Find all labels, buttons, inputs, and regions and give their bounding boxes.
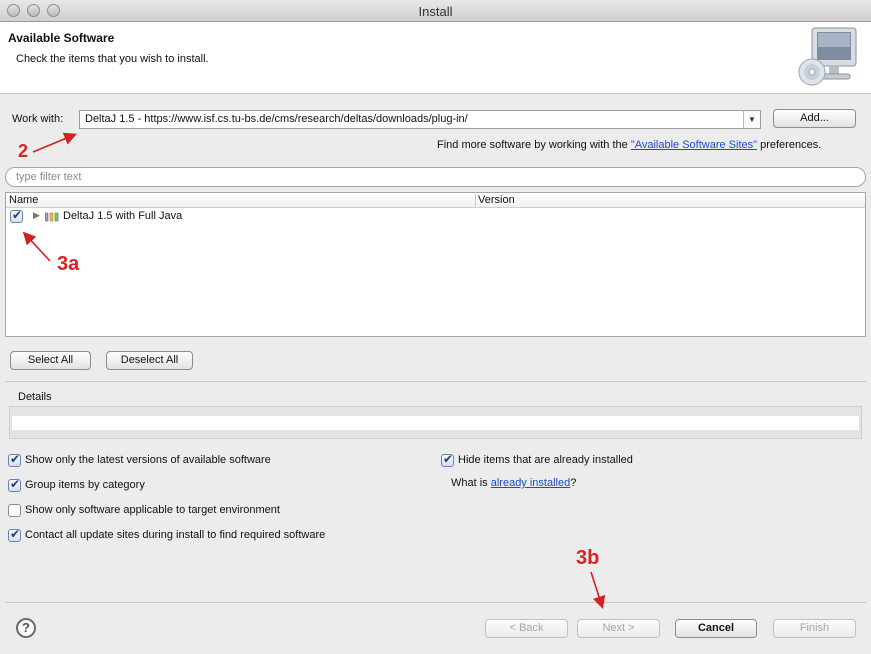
page-subtitle: Check the items that you wish to install… [16, 53, 209, 65]
chevron-down-icon[interactable]: ▼ [743, 111, 760, 128]
details-group [9, 406, 862, 439]
divider [5, 381, 866, 382]
next-button[interactable]: Next > [577, 619, 660, 638]
item-checkbox[interactable] [10, 208, 23, 223]
contact-update-sites-checkbox[interactable] [8, 527, 21, 542]
contact-update-sites-label[interactable]: Contact all update sites during install … [25, 529, 325, 541]
feature-group-icon [45, 212, 59, 222]
expand-triangle-icon[interactable]: ▶ [33, 210, 40, 221]
back-button[interactable]: < Back [485, 619, 568, 638]
annotation-3b: 3b [576, 547, 600, 569]
footer-divider [5, 602, 866, 603]
hide-installed-checkbox[interactable] [441, 452, 454, 467]
column-divider[interactable] [475, 194, 476, 207]
item-name: DeltaJ 1.5 with Full Java [63, 210, 183, 222]
latest-versions-label[interactable]: Show only the latest versions of availab… [25, 454, 271, 466]
select-all-button[interactable]: Select All [10, 351, 91, 370]
details-text-area [12, 416, 859, 430]
column-name[interactable]: Name [9, 194, 38, 206]
already-installed-suffix: ? [570, 477, 577, 489]
find-more-suffix: preferences. [757, 139, 822, 151]
target-environment-label[interactable]: Show only software applicable to target … [25, 504, 280, 516]
arrow-2-icon [32, 132, 77, 153]
work-with-combo[interactable]: DeltaJ 1.5 - https://www.isf.cs.tu-bs.de… [79, 110, 761, 129]
tree-header: Name Version [6, 193, 865, 208]
available-software-sites-link[interactable]: "Available Software Sites" [631, 139, 757, 151]
already-installed-link[interactable]: already installed [491, 477, 571, 489]
find-more-prefix: Find more software by working with the [437, 139, 631, 151]
already-installed-text: What is already installed? [451, 477, 576, 489]
group-by-category-label[interactable]: Group items by category [25, 479, 145, 491]
wizard-header: Available Software Check the items that … [0, 22, 871, 94]
cancel-button[interactable]: Cancel [675, 619, 757, 638]
window-title: Install [418, 4, 453, 19]
filter-input[interactable] [16, 171, 836, 183]
group-by-category-checkbox[interactable] [8, 477, 21, 492]
hide-installed-label[interactable]: Hide items that are already installed [458, 454, 633, 466]
find-more-text: Find more software by working with the "… [437, 139, 821, 151]
title-bar: Install [0, 0, 871, 22]
tree-row[interactable]: ▶ DeltaJ 1.5 with Full Java [6, 208, 865, 225]
filter-field[interactable] [5, 167, 866, 187]
column-version[interactable]: Version [478, 194, 515, 206]
target-environment-checkbox[interactable] [8, 504, 21, 517]
annotation-3a: 3a [57, 253, 80, 275]
work-with-value: DeltaJ 1.5 - https://www.isf.cs.tu-bs.de… [85, 113, 468, 125]
finish-button[interactable]: Finish [773, 619, 856, 638]
deselect-all-button[interactable]: Deselect All [106, 351, 193, 370]
annotation-2: 2 [18, 141, 29, 161]
arrow-3b-icon [590, 571, 606, 610]
work-with-label: Work with: [12, 113, 64, 125]
latest-versions-checkbox[interactable] [8, 452, 21, 467]
software-tree[interactable]: Name Version ▶ DeltaJ 1.5 with Full Java [5, 192, 866, 337]
question-mark-icon[interactable]: ? [16, 618, 36, 638]
details-label: Details [18, 391, 52, 403]
monitor-cd-icon [798, 27, 857, 86]
add-site-button[interactable]: Add... [773, 109, 856, 128]
page-title: Available Software [8, 31, 115, 45]
already-installed-prefix: What is [451, 477, 491, 489]
